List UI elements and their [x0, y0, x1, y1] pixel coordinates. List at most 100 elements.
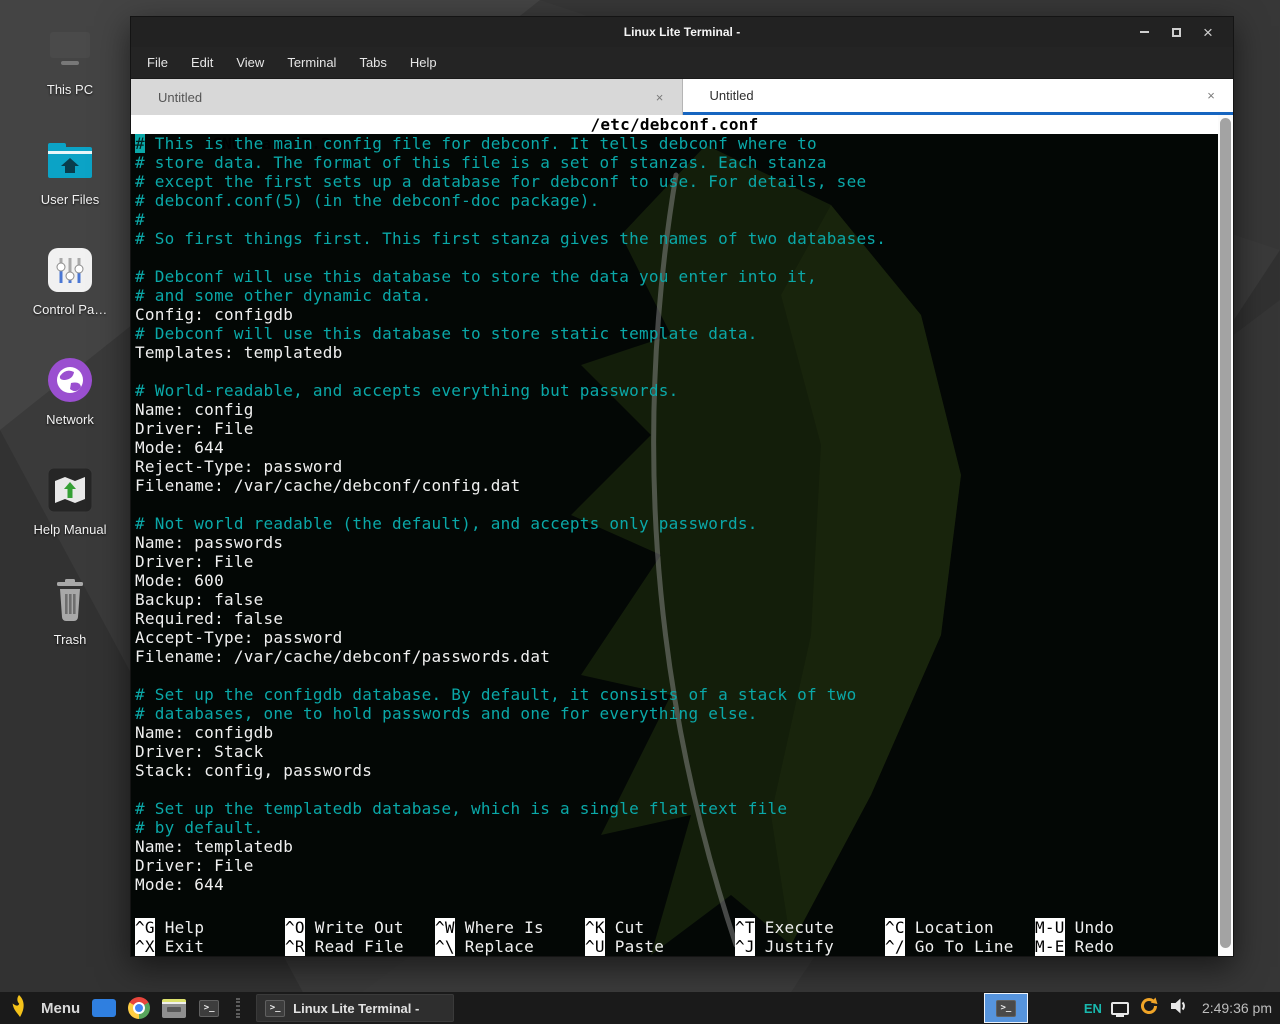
close-button[interactable] — [1197, 21, 1219, 43]
tab-close-icon[interactable] — [1203, 88, 1219, 103]
tab-label: Untitled — [710, 88, 1204, 103]
panel-separator — [236, 998, 240, 1018]
shortcut-label: Go To Line — [915, 937, 1014, 956]
minimize-button[interactable] — [1133, 21, 1155, 43]
desktop-icon-trash[interactable]: Trash — [6, 572, 134, 676]
shortcut-key: ^/ — [885, 937, 905, 956]
desktop-icon-label: Network — [6, 412, 134, 427]
desktop-icon-control-panel[interactable]: Control Pa… — [6, 242, 134, 346]
shortcut-key: ^K — [585, 918, 605, 937]
desktop-icon-label: User Files — [6, 192, 134, 207]
desktop-icon-help-manual[interactable]: Help Manual — [6, 462, 134, 566]
text-cursor: # — [135, 134, 145, 153]
nano-shortcut: M-UUndo — [1035, 918, 1185, 937]
menu-item[interactable]: Terminal — [287, 55, 336, 70]
terminal-icon — [265, 1000, 285, 1017]
terminal-line: # debconf.conf(5) (in the debconf-doc pa… — [131, 191, 1233, 210]
tray-terminal-highlight[interactable] — [984, 993, 1028, 1023]
desktop-icon-network[interactable]: Network — [6, 352, 134, 456]
shortcut-key: M-E — [1035, 937, 1065, 956]
chrome-launcher[interactable] — [126, 995, 152, 1021]
taskbar-window-label: Linux Lite Terminal - — [293, 1001, 419, 1016]
tab-untitled-2[interactable]: Untitled — [683, 79, 1234, 115]
start-menu-label[interactable]: Menu — [41, 1000, 80, 1017]
terminal-line — [131, 780, 1233, 799]
shortcut-key: ^T — [735, 918, 755, 937]
terminal-line: Reject-Type: password — [131, 457, 1233, 476]
nano-shortcut-bar: ^GHelp ^OWrite Out ^WWhere Is ^KCut ^TEx… — [131, 918, 1233, 956]
network-globe-icon — [6, 352, 134, 408]
terminal-line: Required: false — [131, 609, 1233, 628]
terminal-launcher[interactable] — [196, 995, 222, 1021]
scrollbar-thumb[interactable] — [1220, 118, 1231, 948]
window-title: Linux Lite Terminal - — [131, 25, 1233, 39]
monitor-icon — [6, 22, 134, 78]
volume-icon[interactable] — [1169, 996, 1189, 1021]
terminal-scrollbar[interactable] — [1218, 115, 1233, 956]
nano-shortcut: ^RRead File — [285, 937, 435, 956]
nano-shortcut: ^/ Go To Line — [885, 937, 1035, 956]
terminal-line: # So first things first. This first stan… — [131, 229, 1233, 248]
maximize-button[interactable] — [1165, 21, 1187, 43]
nano-shortcut: M-ERedo — [1035, 937, 1185, 956]
terminal-line: Templates: templatedb — [131, 343, 1233, 362]
desktop-icon-user-files[interactable]: User Files — [6, 132, 134, 236]
terminal-icon — [199, 1000, 219, 1017]
nano-titlebar: GNU nano 7.2 /etc/debconf.conf — [131, 115, 1218, 134]
menu-item[interactable]: View — [236, 55, 264, 70]
terminal-line: Driver: File — [131, 419, 1233, 438]
terminal-line: # — [131, 210, 1233, 229]
nano-shortcut: ^UPaste — [585, 937, 735, 956]
clock[interactable]: 2:49:36 pm — [1198, 1000, 1272, 1016]
shortcut-label: Justify — [765, 937, 834, 956]
menu-item[interactable]: Help — [410, 55, 437, 70]
window-titlebar[interactable]: Linux Lite Terminal - — [131, 17, 1233, 47]
start-menu-button[interactable] — [6, 995, 32, 1021]
keyboard-layout-indicator[interactable]: EN — [1084, 1001, 1102, 1016]
terminal-line: Backup: false — [131, 590, 1233, 609]
menu-item[interactable]: Edit — [191, 55, 213, 70]
terminal-line: Mode: 644 — [131, 875, 1233, 894]
terminal-line: Accept-Type: password — [131, 628, 1233, 647]
nano-shortcut: ^WWhere Is — [435, 918, 585, 937]
terminal-line — [131, 495, 1233, 514]
shortcut-label: Undo — [1075, 918, 1115, 937]
desktop-icon-label: Control Pa… — [6, 302, 134, 317]
menu-item[interactable]: File — [147, 55, 168, 70]
terminal-line — [131, 362, 1233, 381]
shortcut-label: Where Is — [465, 918, 544, 937]
linux-lite-logo-icon — [10, 994, 28, 1023]
nano-shortcut: ^OWrite Out — [285, 918, 435, 937]
nano-shortcut: ^CLocation — [885, 918, 1035, 937]
terminal-line: # Debconf will use this database to stor… — [131, 267, 1233, 286]
shortcut-label: Write Out — [315, 918, 404, 937]
shortcut-label: Cut — [615, 918, 645, 937]
terminal-screen[interactable]: GNU nano 7.2 /etc/debconf.conf # This is… — [131, 115, 1233, 956]
home-folder-icon — [6, 132, 134, 188]
shortcut-key: ^C — [885, 918, 905, 937]
menu-item[interactable]: Tabs — [359, 55, 386, 70]
display-settings-icon[interactable] — [1111, 1002, 1129, 1015]
terminal-line: # except the first sets up a database fo… — [131, 172, 1233, 191]
show-desktop-launcher[interactable] — [91, 995, 117, 1021]
editor-buffer: # This is the main config file for debco… — [131, 134, 1233, 894]
tab-untitled-1[interactable]: Untitled — [131, 79, 683, 115]
tab-close-icon[interactable] — [652, 90, 668, 105]
terminal-line: Driver: File — [131, 552, 1233, 571]
shortcut-label: Execute — [765, 918, 834, 937]
shortcut-key: ^R — [285, 937, 305, 956]
control-panel-icon — [6, 242, 134, 298]
terminal-line: Config: configdb — [131, 305, 1233, 324]
shortcut-label: Replace — [465, 937, 534, 956]
terminal-line: Driver: Stack — [131, 742, 1233, 761]
update-manager-icon[interactable] — [1138, 995, 1160, 1022]
terminal-line: # Set up the templatedb database, which … — [131, 799, 1233, 818]
taskbar-window-button[interactable]: Linux Lite Terminal - — [256, 994, 454, 1022]
terminal-line: Mode: 644 — [131, 438, 1233, 457]
file-manager-launcher[interactable] — [161, 995, 187, 1021]
terminal-line: # by default. — [131, 818, 1233, 837]
terminal-window: Linux Lite Terminal - File Edit View Ter… — [130, 16, 1234, 957]
terminal-line: # This is the main config file for debco… — [131, 134, 1233, 153]
desktop-icon-this-pc[interactable]: This PC — [6, 22, 134, 126]
shortcut-key: ^X — [135, 937, 155, 956]
